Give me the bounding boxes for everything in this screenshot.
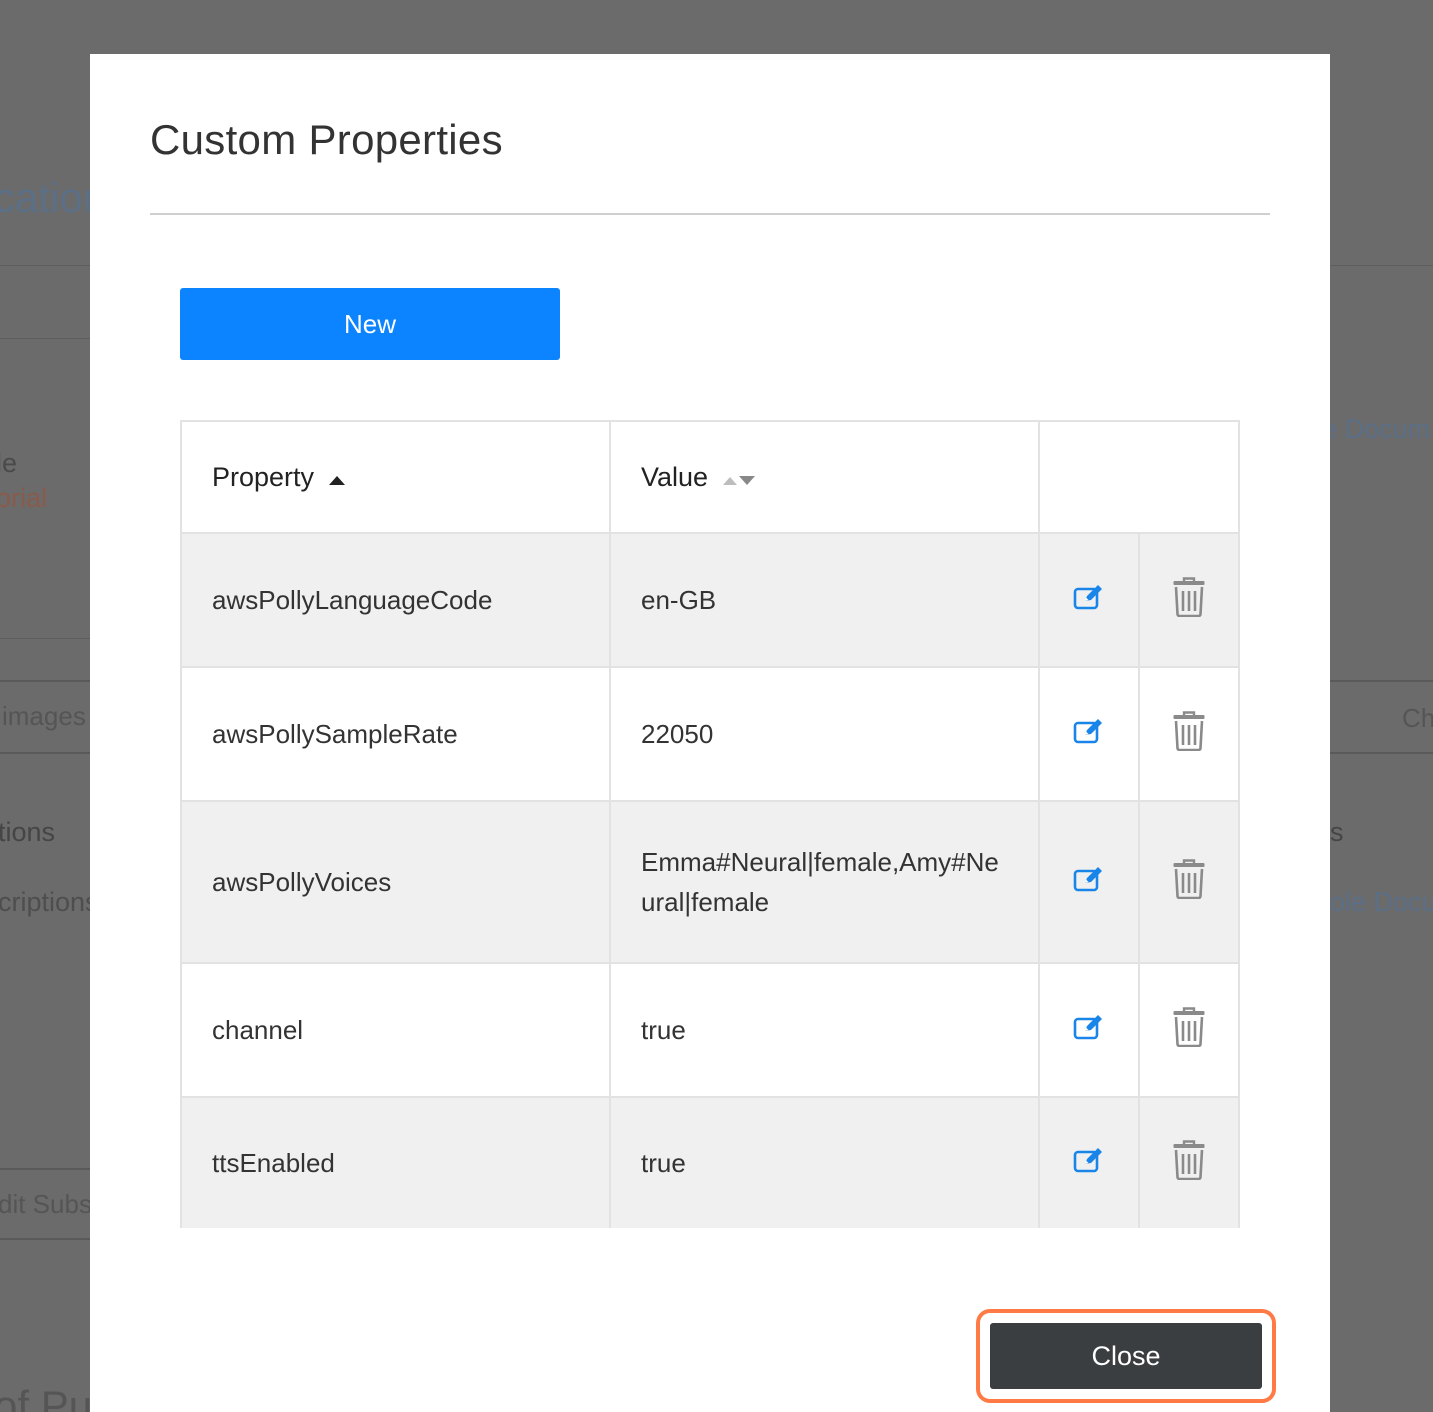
bg-fragment: s [1330, 817, 1344, 847]
column-header-property-label: Property [212, 461, 315, 492]
bg-fragment: Ch [1402, 703, 1433, 733]
property-value: 22050 [641, 719, 714, 749]
column-header-value[interactable]: Value [609, 420, 1040, 534]
property-value: true [641, 1015, 686, 1045]
property-cell: awsPollyLanguageCode [180, 532, 611, 668]
value-cell: true [609, 1096, 1040, 1228]
bg-fragment: le [0, 448, 18, 478]
table-row: ttsEnabled true [180, 1096, 1240, 1228]
bg-divider [0, 638, 90, 639]
delete-cell [1138, 1096, 1240, 1228]
table-row: awsPollySampleRate 22050 [180, 666, 1240, 802]
value-cell: Emma#Neural|female,Amy#Neural|female [609, 800, 1040, 964]
close-button-focus-ring: Close [976, 1309, 1276, 1403]
property-value: true [641, 1148, 686, 1178]
delete-cell [1138, 532, 1240, 668]
edit-cell [1038, 962, 1140, 1098]
dialog-title: Custom Properties [150, 116, 503, 163]
bg-fragment: dit Subs [0, 1189, 92, 1219]
property-cell: awsPollyVoices [180, 800, 611, 964]
bg-fragment: of Pu [0, 1382, 93, 1412]
delete-cell [1138, 800, 1240, 964]
edit-icon[interactable] [1073, 1146, 1105, 1174]
bg-divider [1330, 265, 1433, 266]
property-name: awsPollySampleRate [212, 719, 458, 749]
bg-divider [0, 265, 90, 266]
bg-fragment: tions [0, 817, 56, 847]
trash-icon[interactable] [1172, 1006, 1206, 1047]
column-header-value-label: Value [641, 461, 709, 492]
value-cell: en-GB [609, 532, 1040, 668]
bg-divider [0, 338, 90, 339]
table-row: awsPollyVoices Emma#Neural|female,Amy#Ne… [180, 800, 1240, 964]
close-button[interactable]: Close [990, 1323, 1262, 1389]
bg-fragment: images [2, 701, 86, 731]
bg-fragment: criptions [0, 887, 99, 917]
trash-icon[interactable] [1172, 1139, 1206, 1180]
property-name: channel [212, 1015, 304, 1045]
table-header-row: Property Value [180, 420, 1240, 534]
sort-ascending-icon[interactable] [328, 462, 346, 493]
properties-table: Property Value awsPollyLanguageCode en-G… [180, 420, 1240, 1228]
column-header-property[interactable]: Property [180, 420, 611, 534]
edit-icon[interactable] [1073, 717, 1105, 745]
property-value: Emma#Neural|female,Amy#Neural|female [641, 847, 999, 917]
property-cell: channel [180, 962, 611, 1098]
property-name: awsPollyVoices [212, 867, 392, 897]
property-name: awsPollyLanguageCode [212, 585, 493, 615]
edit-cell [1038, 666, 1140, 802]
sort-both-icon[interactable] [722, 462, 756, 493]
value-cell: 22050 [609, 666, 1040, 802]
edit-cell [1038, 1096, 1140, 1228]
table-row: awsPollyLanguageCode en-GB [180, 532, 1240, 668]
delete-cell [1138, 962, 1240, 1098]
trash-icon[interactable] [1172, 858, 1206, 899]
edit-icon[interactable] [1073, 1013, 1105, 1041]
property-cell: ttsEnabled [180, 1096, 611, 1228]
trash-icon[interactable] [1172, 576, 1206, 617]
new-property-button[interactable]: New [180, 288, 560, 360]
edit-cell [1038, 532, 1140, 668]
bg-fragment: orial [0, 483, 48, 513]
property-cell: awsPollySampleRate [180, 666, 611, 802]
delete-cell [1138, 666, 1240, 802]
table-row: channel true [180, 962, 1240, 1098]
property-value: en-GB [641, 585, 717, 615]
edit-icon[interactable] [1073, 583, 1105, 611]
trash-icon[interactable] [1172, 710, 1206, 751]
title-divider [150, 213, 1270, 215]
value-cell: true [609, 962, 1040, 1098]
custom-properties-dialog: Custom Properties New Property Value aws… [90, 54, 1330, 1412]
property-name: ttsEnabled [212, 1148, 335, 1178]
edit-cell [1038, 800, 1140, 964]
bg-fragment: e Docum [1322, 414, 1431, 444]
bg-fragment: ole Docu [1330, 887, 1433, 917]
edit-icon[interactable] [1073, 865, 1105, 893]
column-header-actions [1038, 420, 1240, 534]
